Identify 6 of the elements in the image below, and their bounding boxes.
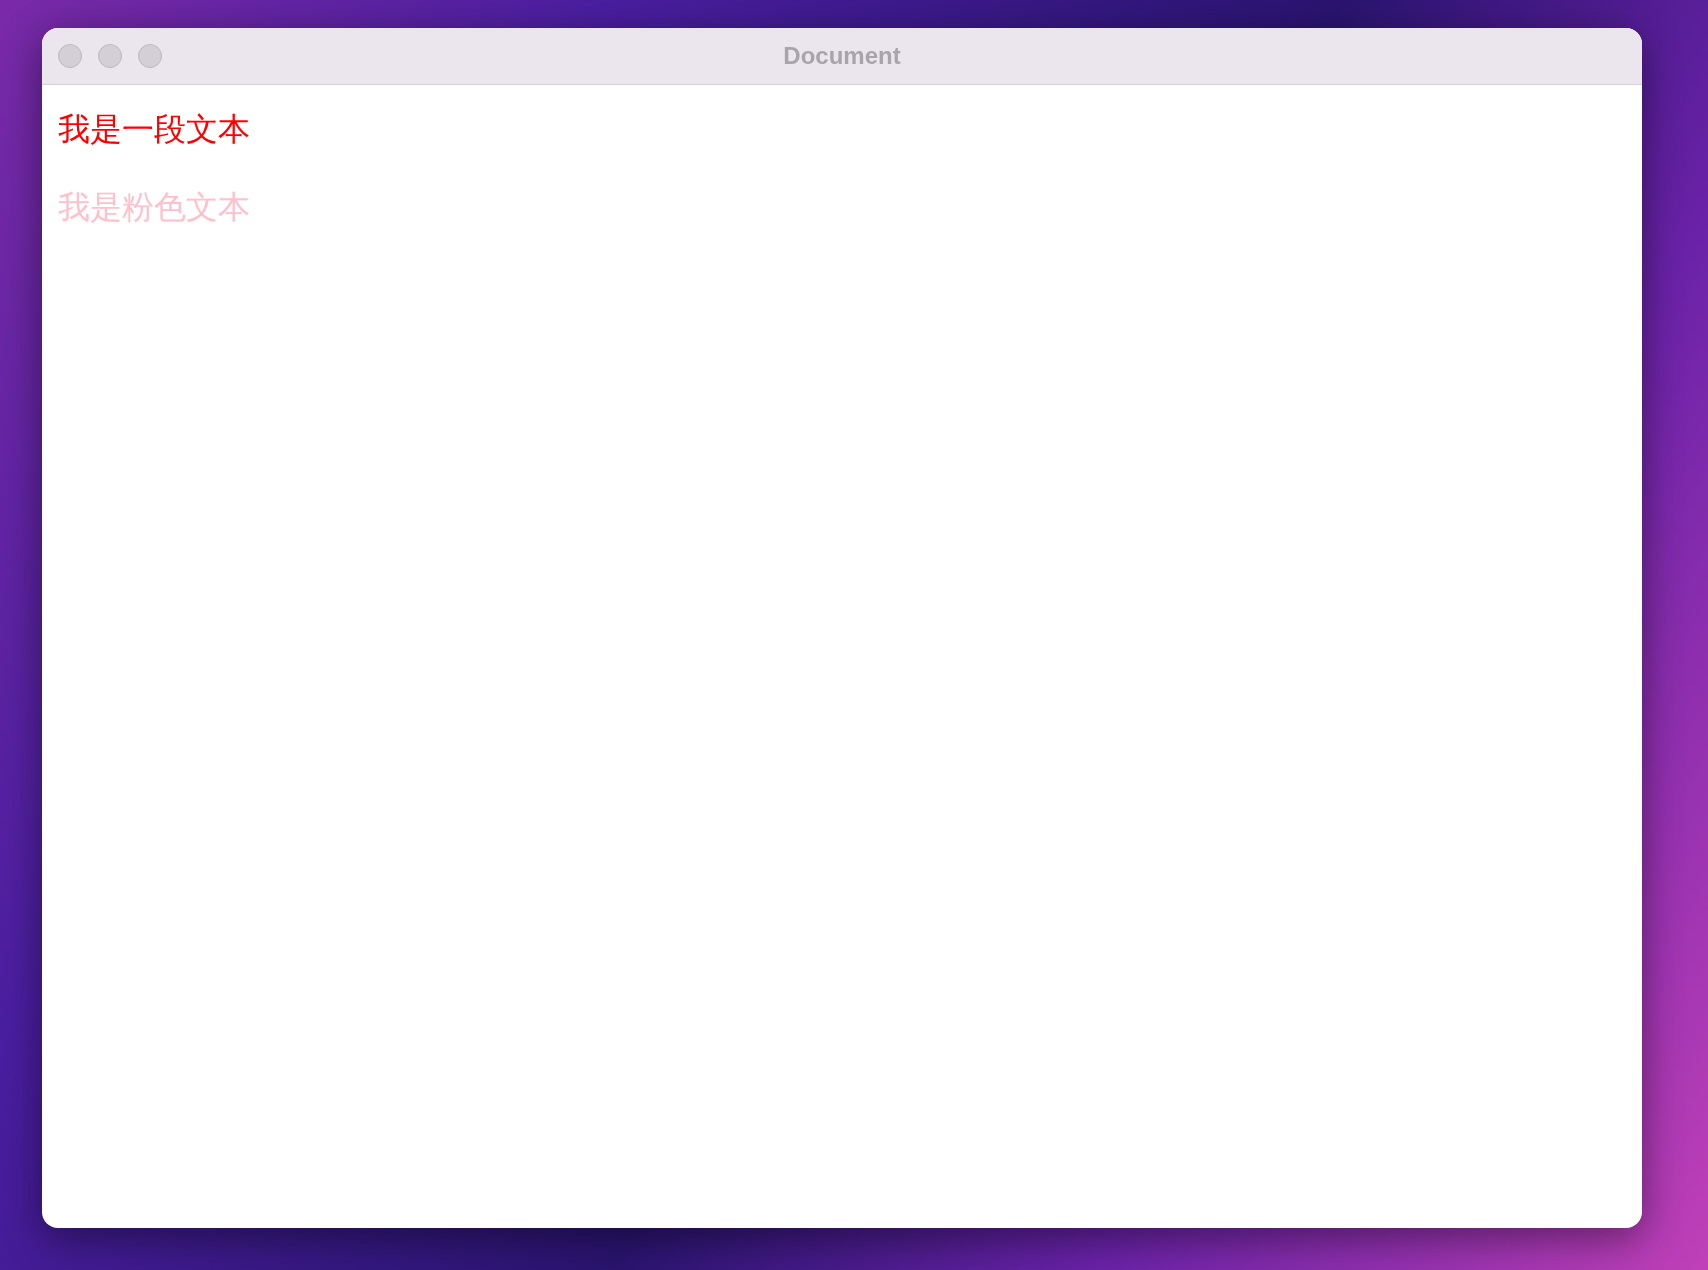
window-title: Document <box>783 42 901 70</box>
minimize-button[interactable] <box>98 44 122 68</box>
text-line: 我是一段文本 <box>58 109 250 149</box>
text-line: 我是粉色文本 <box>58 187 250 227</box>
close-button[interactable] <box>58 44 82 68</box>
zoom-button[interactable] <box>138 44 162 68</box>
